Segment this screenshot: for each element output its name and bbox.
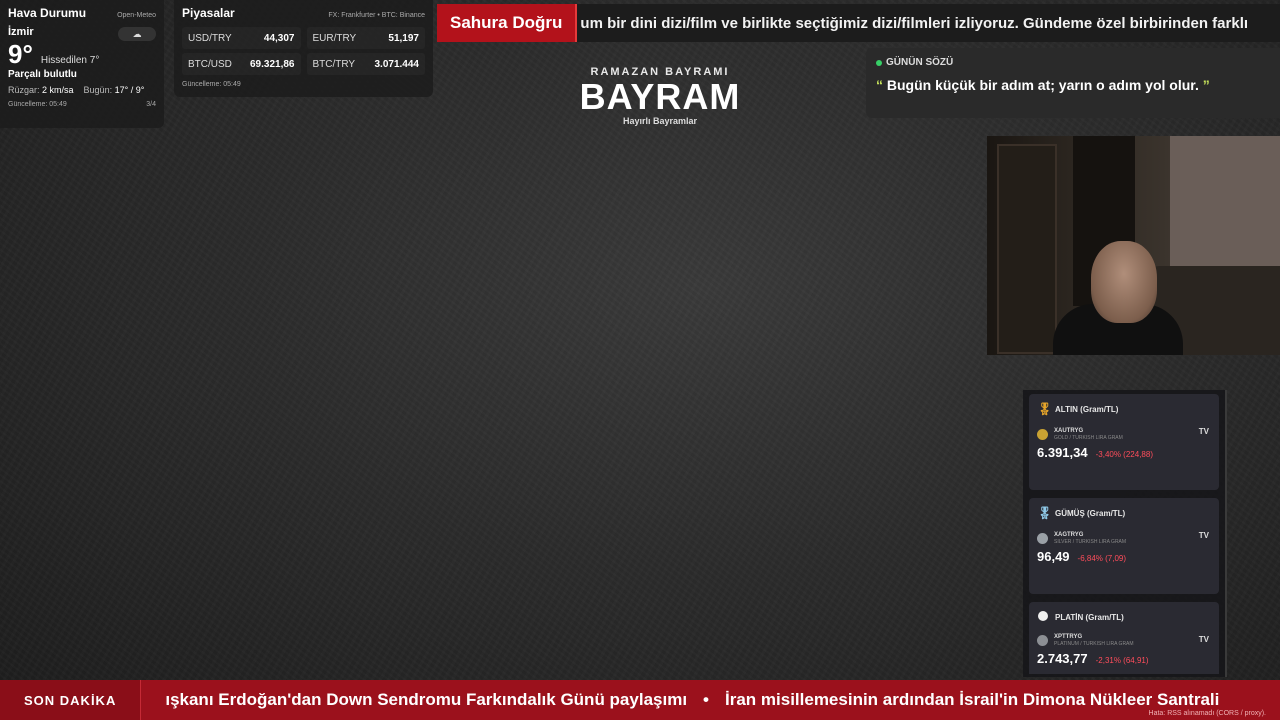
- markets-panel: Piyasalar FX: Frankfurter • BTC: Binance…: [174, 0, 433, 97]
- silver-medal-icon: 🎖: [1037, 506, 1053, 520]
- breaking-news-badge: SON DAKİKA: [0, 680, 142, 720]
- weather-updated: Güncelleme: 05:49: [8, 101, 67, 108]
- markets-source: FX: Frankfurter • BTC: Binance: [328, 12, 425, 19]
- center-title: BAYRAM: [579, 76, 741, 117]
- news-item: ışkanı Erdoğan'dan Down Sendromu Farkınd…: [165, 690, 688, 709]
- top-ticker-badge: Sahura Doğru: [437, 4, 578, 42]
- weather-wind-label: Rüzgar:: [8, 85, 40, 95]
- metal-title: GÜMÜŞ (Gram/TL): [1055, 508, 1126, 518]
- metal-title: PLATİN (Gram/TL): [1055, 612, 1124, 622]
- live-dot-icon: [876, 59, 882, 66]
- metal-card-platinum[interactable]: PLATİN (Gram/TL) XPTTRYG PLATINUM / TURKI…: [1029, 602, 1219, 674]
- weather-stats: Rüzgar: 2 km/sa Bugün: 17° / 9°: [8, 85, 156, 95]
- gold-coin-icon: [1037, 429, 1048, 440]
- market-value: 44,307: [263, 32, 295, 44]
- quote-open-icon: “: [876, 77, 883, 93]
- news-separator-icon: •: [703, 690, 709, 709]
- tradingview-logo-icon[interactable]: TV: [1199, 531, 1209, 540]
- metal-card-silver[interactable]: 🎖 GÜMÜŞ (Gram/TL) XAGTRYG SILVER / TURKISH…: [1029, 498, 1219, 594]
- webcam-door: [997, 144, 1057, 354]
- metal-title: ALTIN (Gram/TL): [1055, 404, 1119, 414]
- weather-today: Bugün: 17° / 9°: [84, 85, 145, 95]
- markets-title: Piyasalar: [182, 6, 235, 20]
- market-value: 69.321,86: [250, 58, 295, 70]
- tradingview-logo-icon[interactable]: TV: [1199, 635, 1209, 644]
- metal-card-gold[interactable]: 🎖 ALTIN (Gram/TL) XAUTRYG GOLD / TURKISH L…: [1029, 394, 1219, 490]
- weather-temp: 9°: [8, 39, 33, 69]
- platinum-dot-icon: [1037, 610, 1049, 624]
- center-footer: Hayırlı Bayramlar: [622, 116, 698, 126]
- metal-symbol: XAGTRYG: [1054, 532, 1084, 538]
- weather-panel: Hava Durumu Open-Meteo İzmir ☁ 9° Hissed…: [0, 0, 164, 128]
- market-eur-try: EUR/TRY 51,197: [307, 27, 426, 49]
- weather-condition: Parçalı bulutlu: [8, 69, 77, 80]
- markets-updated: Güncelleme: 05:49: [182, 81, 241, 88]
- weather-page: 3/4: [146, 101, 156, 108]
- market-label: BTC/TRY: [312, 58, 356, 70]
- market-label: EUR/TRY: [312, 32, 357, 44]
- top-ticker: Sahura Doğru um bir dini dizi/film ve bi…: [437, 4, 1280, 42]
- quote-close-icon: ”: [1202, 77, 1210, 93]
- quote-panel: GÜNÜN SÖZÜ “ Bugün küçük bir adım at; ya…: [866, 48, 1280, 118]
- market-value: 3.071.444: [374, 58, 420, 70]
- market-label: BTC/USD: [188, 58, 232, 70]
- market-label: USD/TRY: [188, 32, 232, 44]
- breaking-news-text: ışkanı Erdoğan'dan Down Sendromu Farkınd…: [141, 690, 1219, 710]
- center-title-block: RAMAZAN BAYRAMI BAYRAM Hayırlı Bayramlar: [560, 66, 760, 126]
- webcam-wall: [1170, 136, 1280, 276]
- tradingview-logo-icon[interactable]: TV: [1199, 427, 1209, 436]
- platinum-coin-icon: [1037, 635, 1048, 646]
- silver-coin-icon: [1037, 533, 1048, 544]
- breaking-news-ticker: SON DAKİKA ışkanı Erdoğan'dan Down Sendr…: [0, 680, 1280, 720]
- webcam-feed: [987, 136, 1280, 355]
- metal-change: -6,84% (7,09): [1077, 554, 1127, 563]
- market-btc-usd: BTC/USD 69.321,86: [182, 53, 301, 75]
- metals-panel: 🎖 ALTIN (Gram/TL) XAUTRYG GOLD / TURKISH L…: [1023, 390, 1227, 677]
- metal-subtitle: PLATINUM / TURKISH LIRA GRAM: [1054, 641, 1134, 647]
- weather-today-value: 17° / 9°: [114, 85, 145, 95]
- metal-price: 2.743,77: [1037, 651, 1088, 666]
- metal-subtitle: GOLD / TURKISH LIRA GRAM: [1054, 435, 1123, 441]
- weather-wind: Rüzgar: 2 km/sa: [8, 85, 74, 95]
- partly-cloudy-icon: ☁: [118, 27, 156, 41]
- weather-title: Hava Durumu: [8, 6, 87, 20]
- quote-text-row: “ Bugün küçük bir adım at; yarın o adım …: [876, 77, 1270, 93]
- metal-price: 6.391,34: [1037, 445, 1088, 460]
- metal-symbol: XAUTRYG: [1054, 428, 1084, 434]
- weather-source: Open-Meteo: [117, 12, 156, 19]
- metal-symbol: XPTTRYG: [1054, 634, 1083, 640]
- metal-change: -2,31% (64,91): [1095, 656, 1149, 665]
- webcam-person-head: [1091, 241, 1157, 323]
- metal-change: -3,40% (224,88): [1095, 450, 1153, 459]
- gold-medal-icon: 🎖: [1037, 402, 1053, 416]
- top-ticker-text: um bir dini dizi/film ve birlikte seçtiğ…: [580, 14, 1249, 32]
- weather-feels: Hissedilen 7°: [40, 55, 100, 66]
- market-value: 51,197: [388, 32, 419, 44]
- market-btc-try: BTC/TRY 3.071.444: [307, 53, 426, 75]
- rss-error-text: Hata: RSS alınamadı (CORS / proxy).: [1148, 710, 1266, 717]
- quote-text: Bugün küçük bir adım at; yarın o adım yo…: [886, 77, 1199, 93]
- weather-wind-value: 2 km/sa: [42, 85, 74, 95]
- metal-subtitle: SILVER / TURKISH LIRA GRAM: [1054, 539, 1127, 545]
- metal-price: 96,49: [1037, 549, 1070, 564]
- quote-label: GÜNÜN SÖZÜ: [886, 57, 954, 68]
- market-usd-try: USD/TRY 44,307: [182, 27, 301, 49]
- news-item: İran misillemesinin ardından İsrail'in D…: [725, 690, 1220, 709]
- weather-today-label: Bugün:: [83, 85, 113, 95]
